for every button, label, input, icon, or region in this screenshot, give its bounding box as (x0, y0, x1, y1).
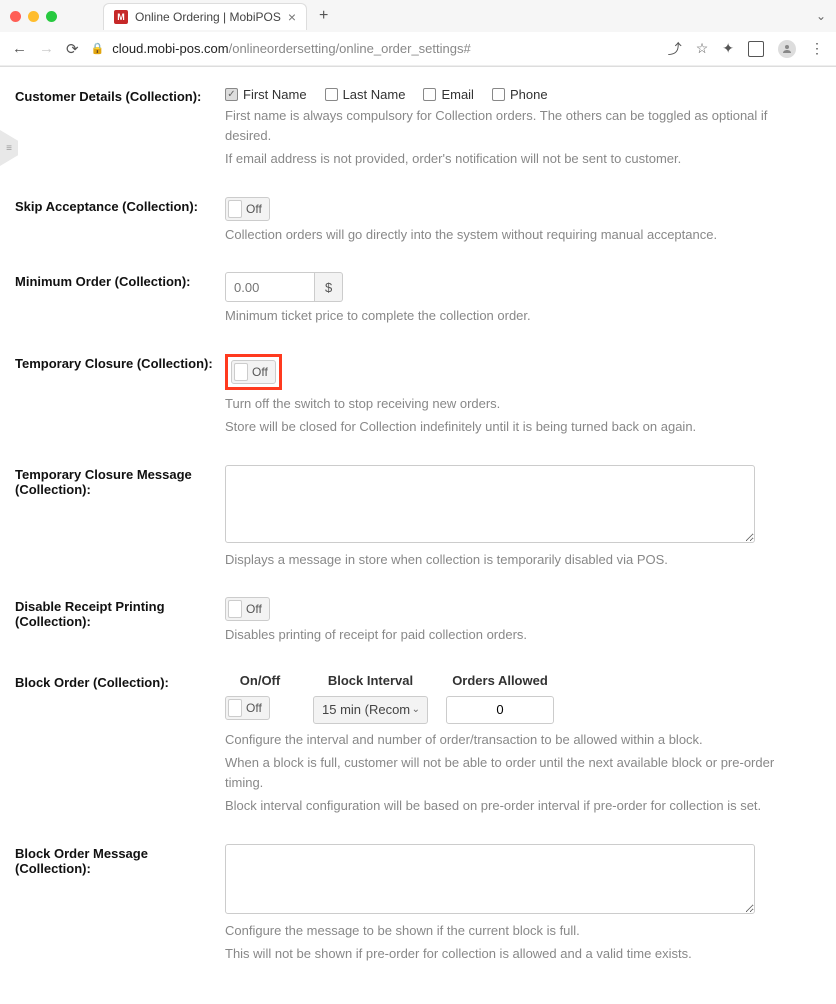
help-text: Turn off the switch to stop receiving ne… (225, 394, 806, 414)
checkbox-icon (325, 88, 338, 101)
checkbox-label: Phone (510, 87, 548, 102)
help-text: Disables printing of receipt for paid co… (225, 625, 806, 645)
toggle-thumb (228, 699, 242, 717)
extensions-icon[interactable]: ✦ (722, 40, 734, 57)
label-block-order-message: Block Order Message (Collection): (15, 844, 225, 964)
checkbox-last-name[interactable]: Last Name (325, 87, 406, 102)
help-text: Configure the interval and number of ord… (225, 730, 806, 750)
settings-form: Customer Details (Collection): ✓ First N… (0, 67, 836, 1004)
help-text: Collection orders will go directly into … (225, 225, 806, 245)
window-controls (10, 11, 57, 22)
row-customer-details: Customer Details (Collection): ✓ First N… (15, 87, 806, 169)
address-bar-row: ← → ⟳ 🔒 cloud.mobi-pos.com/onlineorderse… (0, 32, 836, 66)
help-text: First name is always compulsory for Coll… (225, 106, 806, 145)
help-text: Store will be closed for Collection inde… (225, 417, 806, 437)
row-skip-acceptance: Skip Acceptance (Collection): Off Collec… (15, 197, 806, 245)
bookmark-icon[interactable]: ☆ (696, 40, 709, 57)
help-text: Block interval configuration will be bas… (225, 796, 806, 816)
toggle-skip-acceptance[interactable]: Off (225, 197, 270, 221)
checkbox-icon (423, 88, 436, 101)
header-allowed: Orders Allowed (446, 673, 554, 690)
row-block-order-message: Block Order Message (Collection): Config… (15, 844, 806, 964)
row-disable-receipt: Disable Receipt Printing (Collection): O… (15, 597, 806, 645)
tab-bar: M Online Ordering | MobiPOS × + ⌄ (0, 0, 836, 32)
help-text: Displays a message in store when collect… (225, 550, 806, 570)
checkbox-phone[interactable]: Phone (492, 87, 548, 102)
maximize-window-button[interactable] (46, 11, 57, 22)
row-minimum-order: Minimum Order (Collection): $ Minimum ti… (15, 272, 806, 326)
lock-icon: 🔒 (91, 42, 105, 55)
browser-tab[interactable]: M Online Ordering | MobiPOS × (103, 3, 307, 30)
toggle-label: Off (245, 602, 267, 616)
tab-title: Online Ordering | MobiPOS (135, 10, 281, 24)
browser-chrome: M Online Ordering | MobiPOS × + ⌄ ← → ⟳ … (0, 0, 836, 67)
row-temporary-closure: Temporary Closure (Collection): Off Turn… (15, 354, 806, 437)
favicon-icon: M (114, 10, 128, 24)
checkbox-email[interactable]: Email (423, 87, 474, 102)
url-host: cloud.mobi-pos.com (112, 41, 228, 56)
label-temp-closure-message: Temporary Closure Message (Collection): (15, 465, 225, 570)
help-text: This will not be shown if pre-order for … (225, 944, 806, 964)
toggle-thumb (228, 600, 242, 618)
row-temp-closure-message: Temporary Closure Message (Collection): … (15, 465, 806, 570)
checkbox-label: Last Name (343, 87, 406, 102)
checkbox-first-name[interactable]: ✓ First Name (225, 87, 307, 102)
sidepanel-icon[interactable] (748, 41, 764, 57)
label-customer-details: Customer Details (Collection): (15, 87, 225, 169)
toggle-temporary-closure[interactable]: Off (231, 360, 276, 384)
temp-closure-message-textarea[interactable] (225, 465, 755, 543)
checkbox-icon: ✓ (225, 88, 238, 101)
label-minimum-order: Minimum Order (Collection): (15, 272, 225, 326)
label-disable-receipt: Disable Receipt Printing (Collection): (15, 597, 225, 645)
url-path: /onlineordersetting/online_order_setting… (229, 41, 471, 56)
label-skip-acceptance: Skip Acceptance (Collection): (15, 197, 225, 245)
profile-avatar-icon[interactable] (778, 40, 796, 58)
label-temporary-closure: Temporary Closure (Collection): (15, 354, 225, 437)
help-text: Configure the message to be shown if the… (225, 921, 806, 941)
orders-allowed-input[interactable] (446, 696, 554, 724)
kebab-menu-icon[interactable]: ⋮ (810, 40, 824, 57)
minimize-window-button[interactable] (28, 11, 39, 22)
close-tab-icon[interactable]: × (288, 9, 296, 25)
checkbox-label: Email (441, 87, 474, 102)
row-block-order: Block Order (Collection): On/Off Off Blo… (15, 673, 806, 816)
toggle-label: Off (245, 701, 267, 715)
block-order-message-textarea[interactable] (225, 844, 755, 914)
label-block-order: Block Order (Collection): (15, 673, 225, 816)
toggle-disable-receipt[interactable]: Off (225, 597, 270, 621)
block-interval-select[interactable]: 15 min (Recom (313, 696, 428, 724)
toggle-thumb (228, 200, 242, 218)
toggle-thumb (234, 363, 248, 381)
checkbox-label: First Name (243, 87, 307, 102)
help-text: Minimum ticket price to complete the col… (225, 306, 806, 326)
share-icon[interactable]: ⤴ (668, 39, 682, 59)
toggle-block-order[interactable]: Off (225, 696, 270, 720)
minimum-order-input[interactable] (225, 272, 315, 302)
toggle-label: Off (251, 365, 273, 379)
checkbox-icon (492, 88, 505, 101)
new-tab-button[interactable]: + (319, 7, 328, 25)
address-bar[interactable]: 🔒 cloud.mobi-pos.com/onlineordersetting/… (91, 41, 656, 56)
tabs-dropdown-icon[interactable]: ⌄ (816, 9, 826, 23)
reload-button[interactable]: ⟳ (66, 40, 79, 58)
help-text: When a block is full, customer will not … (225, 753, 806, 792)
toggle-label: Off (245, 202, 267, 216)
highlight-box: Off (225, 354, 282, 390)
header-interval: Block Interval (313, 673, 428, 690)
header-onoff: On/Off (225, 673, 295, 690)
toolbar-icons: ⤴ ☆ ✦ ⋮ (668, 39, 824, 59)
help-text: If email address is not provided, order'… (225, 149, 806, 169)
forward-button: → (39, 40, 54, 57)
close-window-button[interactable] (10, 11, 21, 22)
currency-addon: $ (315, 272, 343, 302)
back-button[interactable]: ← (12, 40, 27, 57)
